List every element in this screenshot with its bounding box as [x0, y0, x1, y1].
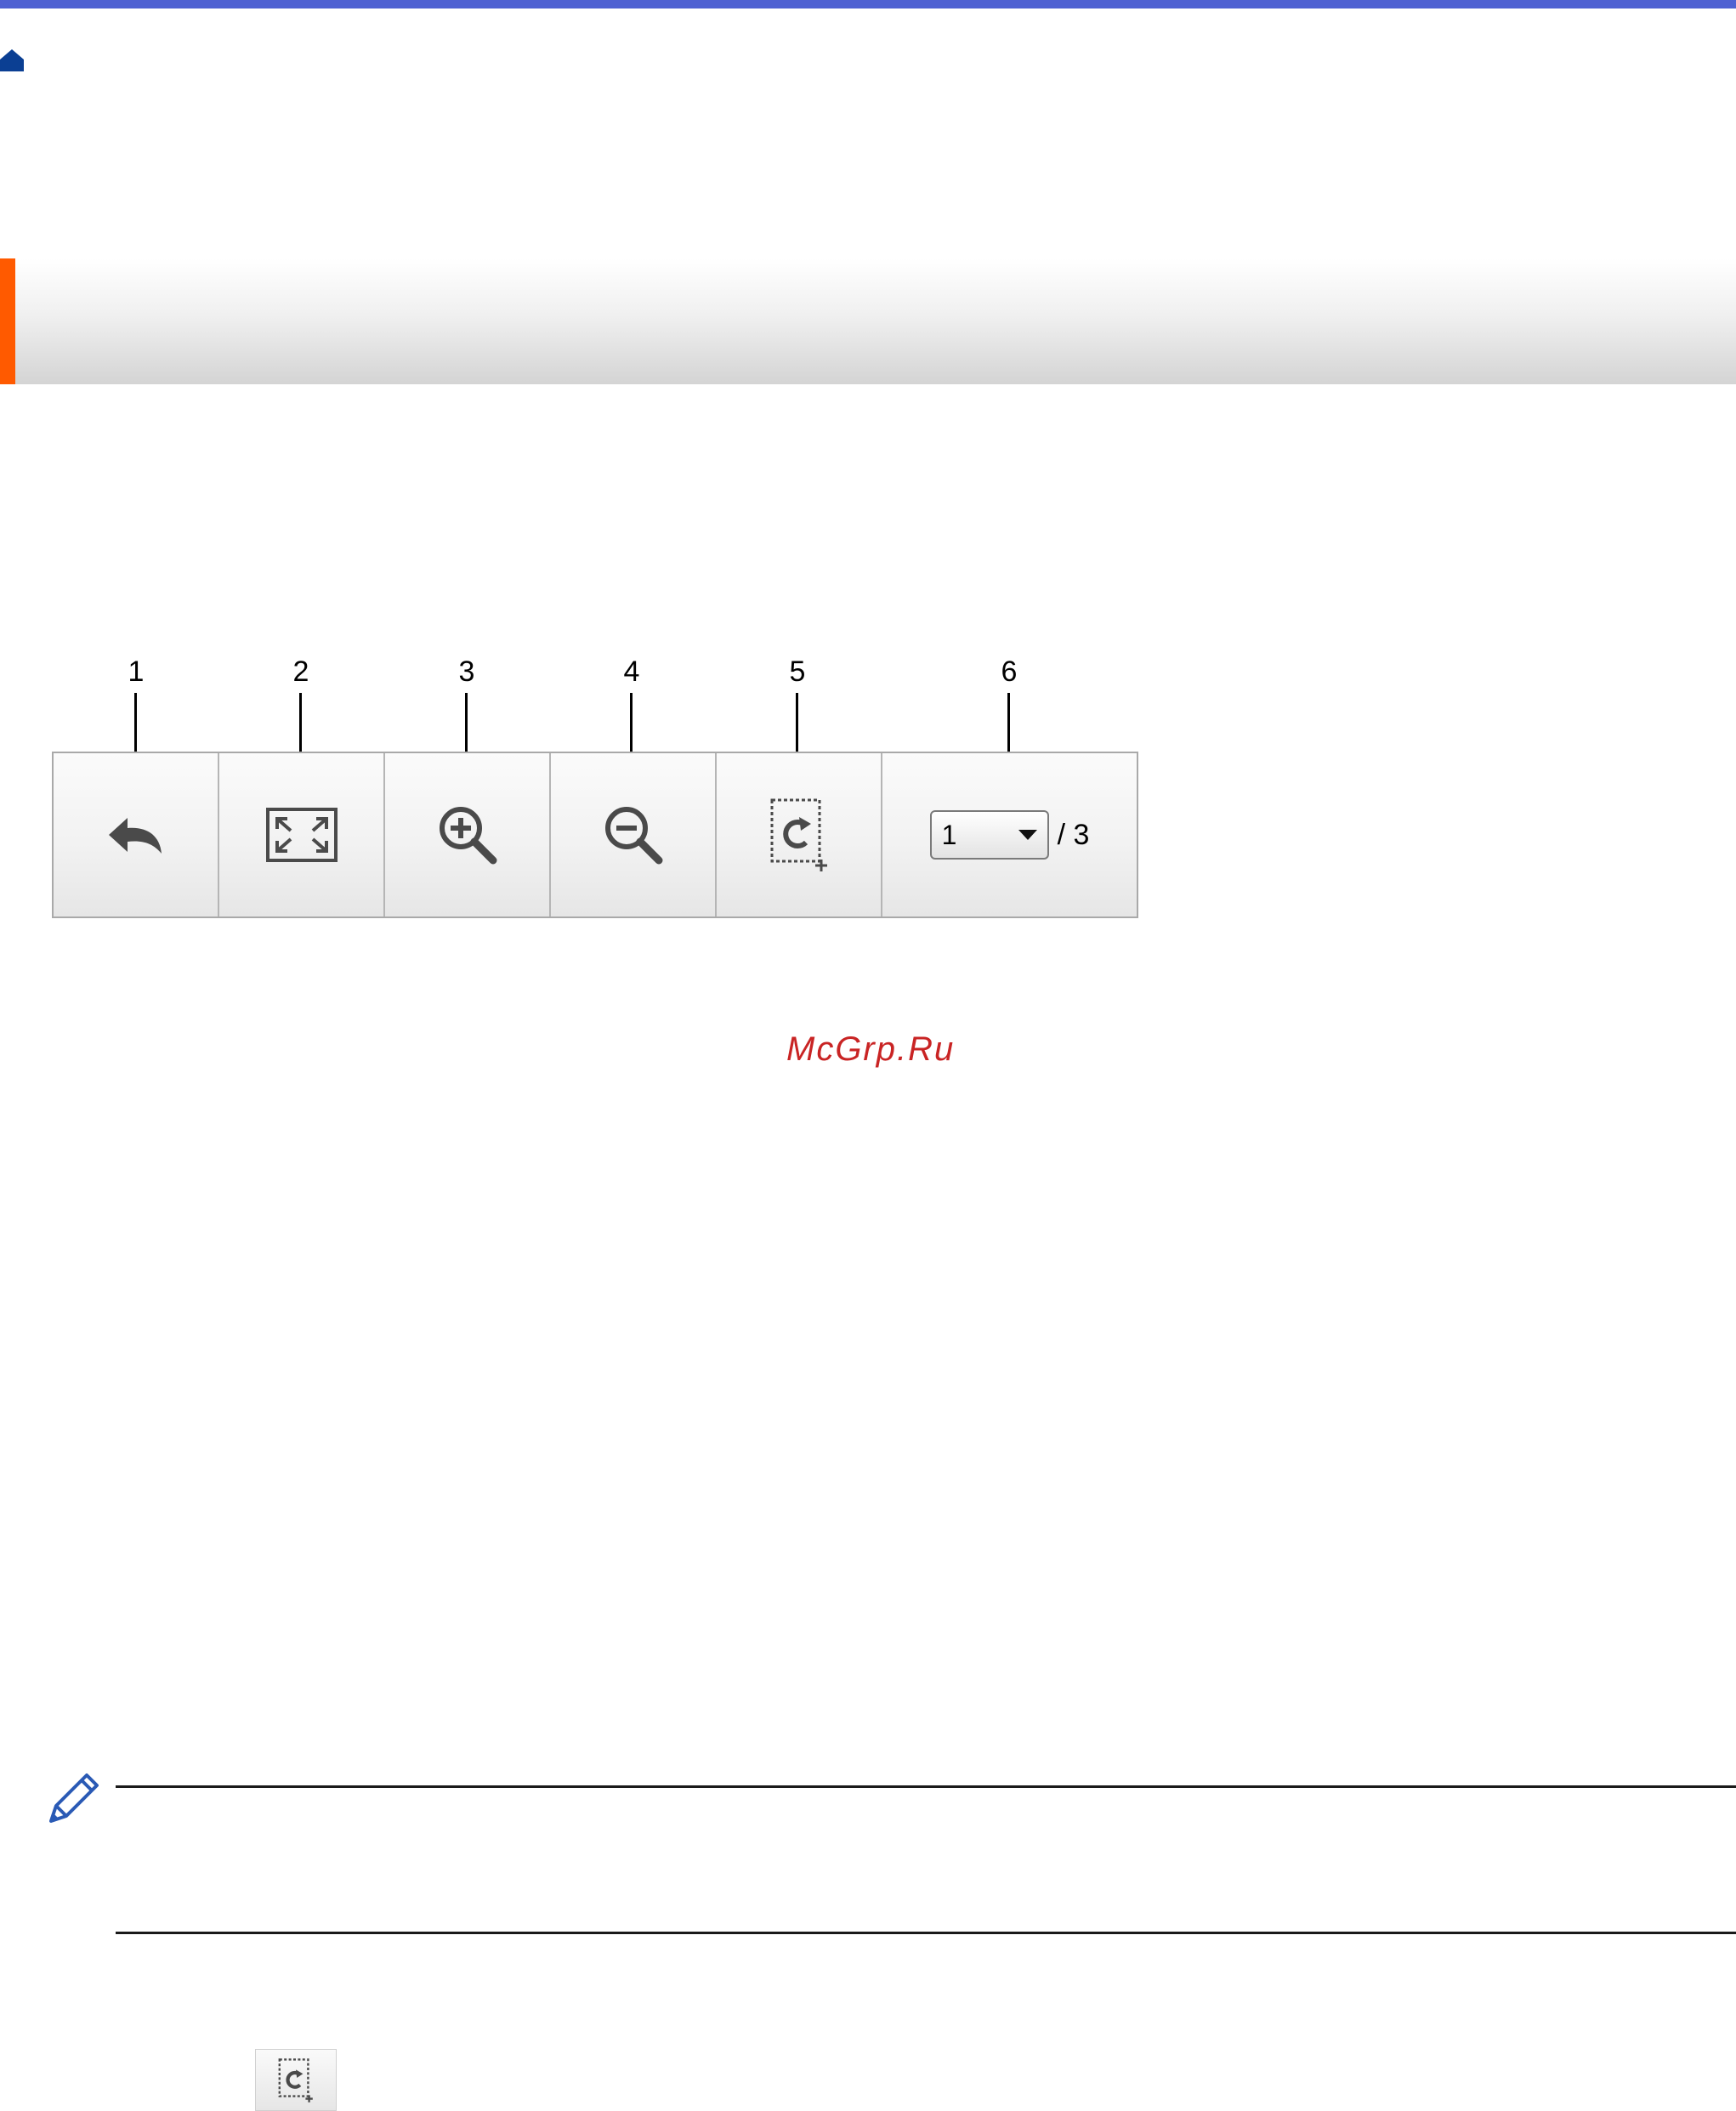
- callout-6: 6: [1001, 655, 1018, 688]
- callout-4: 4: [623, 655, 640, 688]
- section-header-accent: [0, 258, 15, 384]
- page-selector: 1 / 3: [929, 810, 1090, 860]
- rotate-crop-icon: [770, 798, 827, 871]
- chevron-down-icon: [1018, 830, 1037, 840]
- zoom-out-button[interactable]: [551, 753, 717, 916]
- note-rule-top: [116, 1785, 1736, 1788]
- page-dropdown[interactable]: 1: [929, 810, 1049, 860]
- page-selector-cell: 1 / 3: [882, 753, 1137, 916]
- pencil-icon: [49, 1773, 99, 1823]
- home-icon[interactable]: [0, 48, 26, 73]
- callout-1: 1: [128, 655, 145, 688]
- section-header: [0, 258, 1736, 384]
- undo-button[interactable]: [54, 753, 219, 916]
- watermark-text: McGrp.Ru: [786, 1030, 956, 1068]
- image-viewer-toolbar: 1 / 3: [52, 752, 1138, 918]
- zoom-in-button[interactable]: [385, 753, 551, 916]
- fit-to-screen-icon: [265, 808, 338, 862]
- page-dropdown-value: 1: [941, 819, 957, 850]
- fit-to-screen-button[interactable]: [219, 753, 385, 916]
- top-bar: [0, 0, 1736, 9]
- zoom-in-icon: [439, 807, 496, 865]
- rotate-crop-icon: [278, 2057, 313, 2102]
- zoom-out-icon: [604, 807, 662, 865]
- inline-rotate-crop-button: [255, 2049, 337, 2111]
- callout-2: 2: [292, 655, 309, 688]
- callout-5: 5: [789, 655, 806, 688]
- note-rule-bottom: [116, 1932, 1736, 1934]
- rotate-crop-button[interactable]: [717, 753, 882, 916]
- page-total: / 3: [1057, 818, 1090, 851]
- callout-3: 3: [458, 655, 475, 688]
- undo-arrow-icon: [108, 818, 162, 854]
